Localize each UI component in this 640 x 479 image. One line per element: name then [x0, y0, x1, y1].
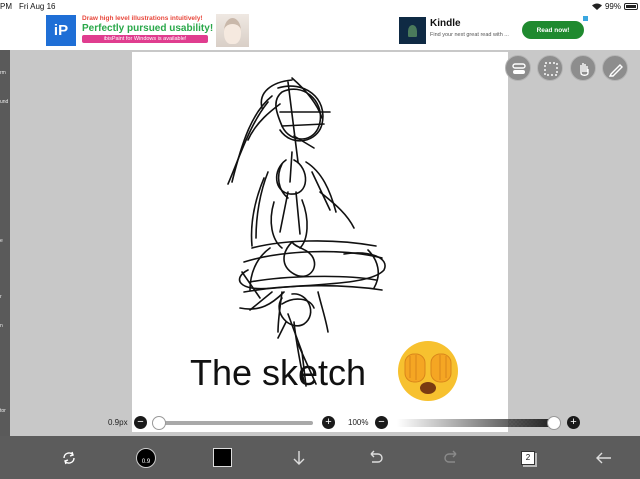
brush-size-slider[interactable]	[156, 421, 313, 425]
brush-size-icon: 0.9	[136, 447, 156, 468]
left-side-panel: rm und e r n tor per	[0, 50, 10, 441]
opacity-knob[interactable]	[547, 416, 561, 430]
kindle-ad[interactable]: Kindle Find your next great read with ..…	[398, 16, 588, 46]
kindle-image	[399, 17, 426, 44]
opacity-plus-button[interactable]: +	[567, 416, 580, 429]
undo-icon	[370, 450, 383, 463]
transform-button[interactable]	[56, 436, 82, 479]
layers-icon: 2	[521, 450, 535, 465]
wifi-icon	[591, 3, 602, 10]
color-button[interactable]	[209, 436, 235, 479]
sketch-caption: The sketch	[190, 352, 367, 393]
drawing-canvas[interactable]: The sketch	[132, 52, 508, 432]
brush-size-minus-button[interactable]: −	[134, 416, 147, 429]
kindle-title: Kindle	[430, 18, 461, 29]
status-right: 99%	[591, 2, 638, 11]
opacity-label: 100%	[348, 418, 369, 427]
status-time: PM	[0, 2, 12, 11]
ad-character-image	[216, 14, 249, 47]
status-date: Fri Aug 16	[19, 2, 56, 11]
ad-banner: iP Draw high level illustrations intuiti…	[0, 14, 640, 50]
brush-size-plus-button[interactable]: +	[322, 416, 335, 429]
hand-button[interactable]	[570, 55, 596, 81]
redo-icon	[444, 450, 457, 463]
opacity-slider[interactable]	[397, 419, 554, 427]
redo-button[interactable]	[439, 436, 465, 479]
battery-icon	[624, 3, 638, 10]
battery-percent: 99%	[604, 2, 621, 11]
read-now-button[interactable]: Read now!	[522, 21, 584, 39]
face-with-covered-eyes-emoji	[398, 341, 458, 401]
pen-button[interactable]	[602, 55, 628, 81]
undo-button[interactable]	[362, 436, 388, 479]
slider-row: 0.9px − + 100% − +	[0, 410, 640, 436]
left-label: e	[0, 238, 3, 244]
left-label: n	[0, 323, 3, 329]
selection-button[interactable]	[537, 55, 563, 81]
left-label: r	[0, 294, 2, 300]
selection-icon	[544, 62, 558, 76]
left-label: rm	[0, 70, 6, 76]
transform-icon	[63, 451, 75, 464]
adchoices-icon[interactable]	[583, 16, 588, 21]
back-arrow-icon	[596, 452, 611, 463]
layers-button[interactable]: 2	[515, 436, 541, 479]
ibispaint-ad[interactable]: iP Draw high level illustrations intuiti…	[46, 14, 249, 47]
ibispaint-logo: iP	[46, 15, 76, 46]
toggle-icon	[512, 63, 526, 74]
ad-windows-note: ibisPaint for Windows is available!	[82, 35, 208, 43]
kindle-subtitle: Find your next great read with ...	[430, 32, 509, 38]
toggle-button[interactable]	[505, 55, 531, 81]
pen-icon	[608, 64, 623, 77]
download-button[interactable]	[286, 436, 312, 479]
ad-headline: Perfectly pursued usability!	[82, 23, 214, 34]
brush-size-knob[interactable]	[152, 416, 167, 430]
left-label: und	[0, 99, 9, 105]
hand-icon	[580, 63, 589, 76]
back-button[interactable]	[591, 436, 617, 479]
brush-size-label: 0.9px	[108, 418, 128, 427]
opacity-minus-button[interactable]: −	[375, 416, 388, 429]
down-arrow-icon	[293, 450, 305, 465]
ad-tagline: Draw high level illustrations intuitivel…	[82, 15, 203, 22]
brush-size-button[interactable]: 0.9	[133, 436, 159, 479]
bottom-toolbar: 0.9 2	[0, 436, 640, 479]
color-icon	[212, 448, 232, 467]
status-bar: PM Fri Aug 16 99%	[0, 0, 640, 14]
